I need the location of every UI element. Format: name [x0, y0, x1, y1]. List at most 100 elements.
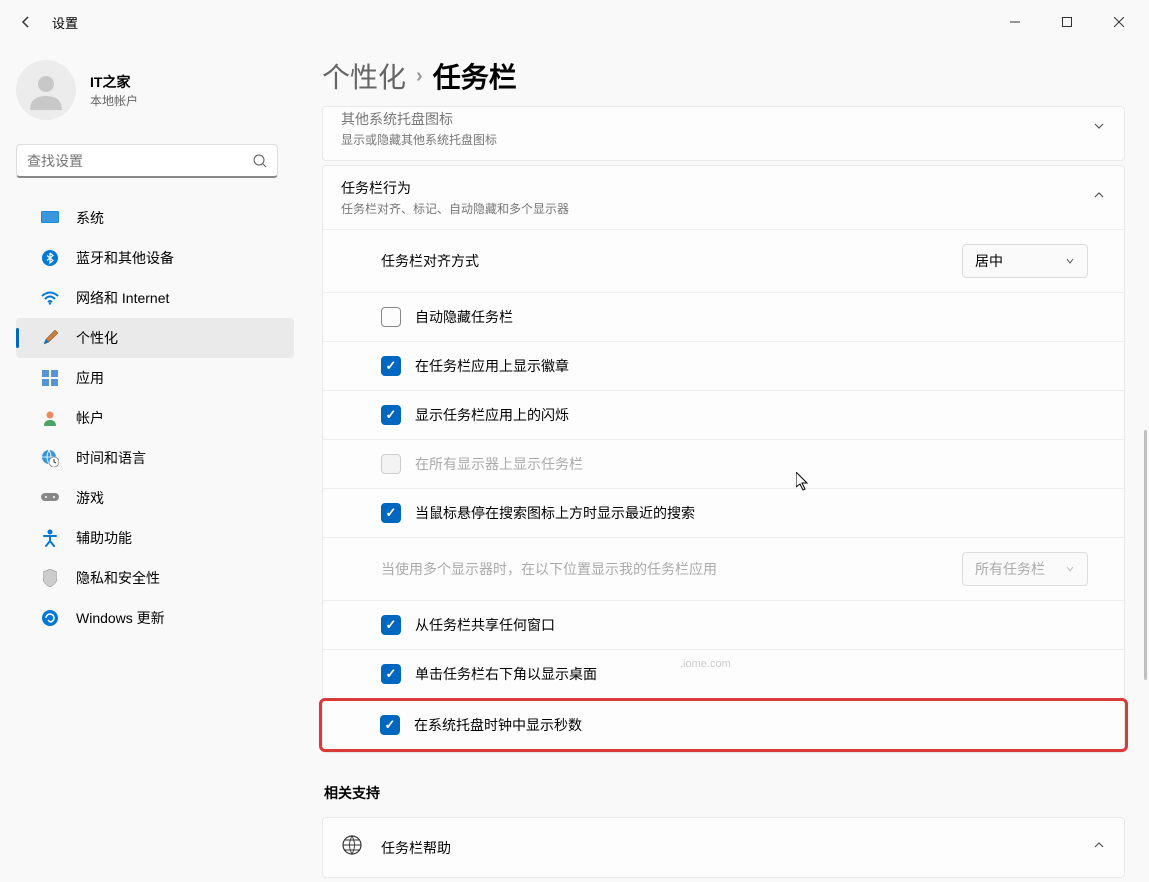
tray-icons-card[interactable]: 其他系统托盘图标 显示或隐藏其他系统托盘图标: [322, 106, 1125, 161]
nav-label: 隐私和安全性: [76, 568, 160, 588]
share-window-label: 从任务栏共享任何窗口: [415, 615, 1106, 635]
nav-personalization[interactable]: 个性化: [16, 318, 294, 358]
behaviors-sub: 任务栏对齐、标记、自动隐藏和多个显示器: [341, 200, 1092, 217]
nav-gaming[interactable]: 游戏: [16, 478, 294, 518]
show-seconds-row[interactable]: 在系统托盘时钟中显示秒数: [322, 701, 1125, 749]
share-window-checkbox[interactable]: [381, 615, 401, 635]
bluetooth-icon: [40, 248, 60, 268]
nav-network[interactable]: 网络和 Internet: [16, 278, 294, 318]
show-desktop-checkbox[interactable]: [381, 664, 401, 684]
nav-time[interactable]: 时间和语言: [16, 438, 294, 478]
nav-label: 蓝牙和其他设备: [76, 248, 174, 268]
nav-bluetooth[interactable]: 蓝牙和其他设备: [16, 238, 294, 278]
autohide-label: 自动隐藏任务栏: [415, 307, 1106, 327]
flashing-row[interactable]: 显示任务栏应用上的闪烁: [323, 390, 1124, 439]
alignment-select[interactable]: 居中: [962, 244, 1088, 278]
avatar: [16, 60, 76, 120]
breadcrumb-current: 任务栏: [433, 56, 517, 96]
recent-search-row[interactable]: 当鼠标悬停在搜索图标上方时显示最近的搜索: [323, 488, 1124, 537]
profile-name: IT之家: [90, 72, 138, 92]
flashing-label: 显示任务栏应用上的闪烁: [415, 405, 1106, 425]
person-icon: [40, 408, 60, 428]
nav-accessibility[interactable]: 辅助功能: [16, 518, 294, 558]
chevron-down-icon: [1065, 256, 1075, 266]
maximize-icon: [1062, 17, 1072, 27]
sidebar: IT之家 本地帐户 系统 蓝牙和其他设备 网络和 Internet: [0, 44, 310, 882]
flashing-checkbox[interactable]: [381, 405, 401, 425]
nav-update[interactable]: Windows 更新: [16, 598, 294, 638]
gamepad-icon: [40, 488, 60, 508]
taskbar-help-card[interactable]: 任务栏帮助: [322, 817, 1125, 878]
search-icon: [253, 154, 267, 168]
accessibility-icon: [40, 528, 60, 548]
chevron-down-icon: [1092, 119, 1106, 138]
maximize-button[interactable]: [1045, 7, 1089, 37]
badges-checkbox[interactable]: [381, 356, 401, 376]
nav-label: 系统: [76, 208, 104, 228]
close-icon: [1114, 17, 1124, 27]
main-content: 个性化 › 任务栏 其他系统托盘图标 显示或隐藏其他系统托盘图标 任务栏行为 任…: [310, 44, 1149, 882]
nav-accounts[interactable]: 帐户: [16, 398, 294, 438]
paintbrush-icon: [40, 328, 60, 348]
show-desktop-row[interactable]: 单击任务栏右下角以显示桌面: [323, 649, 1124, 698]
chevron-up-icon: [1092, 838, 1106, 857]
nav-privacy[interactable]: 隐私和安全性: [16, 558, 294, 598]
close-button[interactable]: [1097, 7, 1141, 37]
breadcrumb: 个性化 › 任务栏: [322, 56, 1125, 96]
nav-label: 时间和语言: [76, 448, 146, 468]
alignment-row: 任务栏对齐方式 居中: [323, 229, 1124, 292]
search-box[interactable]: [16, 144, 278, 178]
profile-block[interactable]: IT之家 本地帐户: [0, 52, 294, 136]
nav-label: 游戏: [76, 488, 104, 508]
show-seconds-label: 在系统托盘时钟中显示秒数: [414, 715, 1107, 735]
help-label: 任务栏帮助: [381, 838, 1074, 858]
titlebar: 设置: [0, 0, 1149, 44]
search-input[interactable]: [27, 153, 253, 169]
window-title: 设置: [52, 13, 78, 32]
minimize-button[interactable]: [993, 7, 1037, 37]
tray-card-title: 其他系统托盘图标: [341, 109, 1092, 129]
badges-label: 在任务栏应用上显示徽章: [415, 356, 1106, 376]
nav-label: 应用: [76, 368, 104, 388]
nav-label: 辅助功能: [76, 528, 132, 548]
show-desktop-label: 单击任务栏右下角以显示桌面: [415, 664, 1106, 684]
multi-display-label: 当使用多个显示器时，在以下位置显示我的任务栏应用: [381, 559, 962, 579]
recent-search-checkbox[interactable]: [381, 503, 401, 523]
window-controls: [993, 7, 1141, 37]
breadcrumb-sep: ›: [416, 65, 423, 88]
nav-label: 网络和 Internet: [76, 288, 169, 308]
multi-display-row: 当使用多个显示器时，在以下位置显示我的任务栏应用 所有任务栏: [323, 537, 1124, 600]
highlight-box: 在系统托盘时钟中显示秒数: [319, 698, 1128, 752]
person-icon: [26, 70, 66, 110]
share-window-row[interactable]: 从任务栏共享任何窗口: [323, 600, 1124, 649]
shield-icon: [40, 568, 60, 588]
all-displays-checkbox: [381, 454, 401, 474]
profile-sub: 本地帐户: [90, 92, 138, 109]
back-button[interactable]: [8, 4, 44, 40]
system-icon: [40, 208, 60, 228]
multi-display-select: 所有任务栏: [962, 552, 1088, 586]
nav-apps[interactable]: 应用: [16, 358, 294, 398]
recent-search-label: 当鼠标悬停在搜索图标上方时显示最近的搜索: [415, 503, 1106, 523]
nav-label: Windows 更新: [76, 608, 165, 628]
watermark: .iome.com: [680, 658, 731, 670]
breadcrumb-parent[interactable]: 个性化: [322, 56, 406, 96]
multi-display-value: 所有任务栏: [975, 559, 1045, 579]
related-heading: 相关支持: [324, 783, 1125, 803]
nav-label: 个性化: [76, 328, 118, 348]
scrollbar-indicator[interactable]: [1144, 430, 1147, 680]
update-icon: [40, 608, 60, 628]
nav-system[interactable]: 系统: [16, 198, 294, 238]
autohide-checkbox[interactable]: [381, 307, 401, 327]
globe-help-icon: [341, 834, 363, 861]
autohide-row[interactable]: 自动隐藏任务栏: [323, 292, 1124, 341]
alignment-value: 居中: [975, 251, 1003, 271]
wifi-icon: [40, 288, 60, 308]
nav-list: 系统 蓝牙和其他设备 网络和 Internet 个性化 应用 帐户: [0, 198, 294, 638]
badges-row[interactable]: 在任务栏应用上显示徽章: [323, 341, 1124, 390]
alignment-label: 任务栏对齐方式: [381, 251, 962, 271]
behaviors-header[interactable]: 任务栏行为 任务栏对齐、标记、自动隐藏和多个显示器: [323, 166, 1124, 229]
all-displays-row: 在所有显示器上显示任务栏: [323, 439, 1124, 488]
show-seconds-checkbox[interactable]: [380, 715, 400, 735]
all-displays-label: 在所有显示器上显示任务栏: [415, 454, 1106, 474]
